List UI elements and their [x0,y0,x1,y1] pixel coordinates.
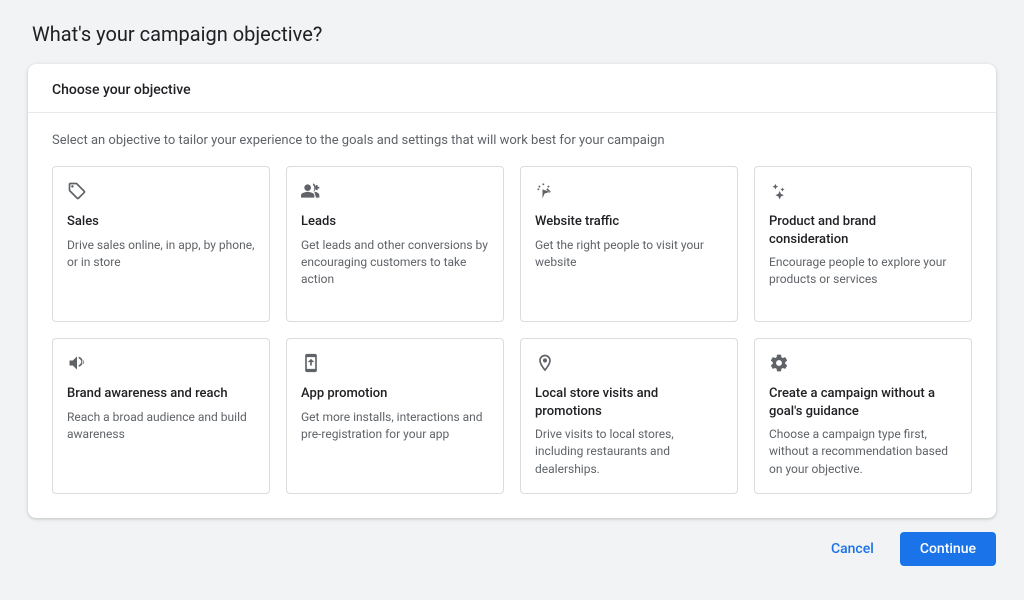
gear-icon [769,353,957,375]
continue-button[interactable]: Continue [900,532,996,566]
tag-icon [67,181,255,203]
objective-desc: Drive visits to local stores, including … [535,426,723,478]
objective-local-stores[interactable]: Local store visits and promotions Drive … [520,338,738,494]
objective-grid: Sales Drive sales online, in app, by pho… [52,166,972,494]
instruction-text: Select an objective to tailor your exper… [52,133,972,148]
objective-product-brand[interactable]: Product and brand consideration Encourag… [754,166,972,322]
objective-desc: Get leads and other conversions by encou… [301,237,489,289]
objective-title: Product and brand consideration [769,213,957,248]
objective-brand-awareness[interactable]: Brand awareness and reach Reach a broad … [52,338,270,494]
click-icon [535,181,723,203]
card-body: Select an objective to tailor your exper… [28,113,996,518]
objective-leads[interactable]: Leads Get leads and other conversions by… [286,166,504,322]
pin-icon [535,353,723,375]
objective-title: Sales [67,213,255,231]
objective-desc: Drive sales online, in app, by phone, or… [67,237,255,272]
page-title: What's your campaign objective? [0,0,1024,64]
objective-website-traffic[interactable]: Website traffic Get the right people to … [520,166,738,322]
objective-desc: Choose a campaign type first, without a … [769,426,957,478]
card-header: Choose your objective [28,64,996,113]
footer-actions: Cancel Continue [0,518,1024,566]
megaphone-icon [67,353,255,375]
objective-title: Leads [301,213,489,231]
objective-no-goal[interactable]: Create a campaign without a goal's guida… [754,338,972,494]
objective-sales[interactable]: Sales Drive sales online, in app, by pho… [52,166,270,322]
objective-title: Brand awareness and reach [67,385,255,403]
people-icon [301,181,489,203]
objective-desc: Reach a broad audience and build awarene… [67,409,255,444]
objective-title: App promotion [301,385,489,403]
objective-title: Local store visits and promotions [535,385,723,420]
objective-app-promotion[interactable]: App promotion Get more installs, interac… [286,338,504,494]
phone-icon [301,353,489,375]
objective-title: Create a campaign without a goal's guida… [769,385,957,420]
objective-title: Website traffic [535,213,723,231]
objective-desc: Encourage people to explore your product… [769,254,957,289]
objective-card: Choose your objective Select an objectiv… [28,64,996,518]
cancel-button[interactable]: Cancel [811,532,894,566]
sparkle-icon [769,181,957,203]
objective-desc: Get the right people to visit your websi… [535,237,723,272]
objective-desc: Get more installs, interactions and pre-… [301,409,489,444]
